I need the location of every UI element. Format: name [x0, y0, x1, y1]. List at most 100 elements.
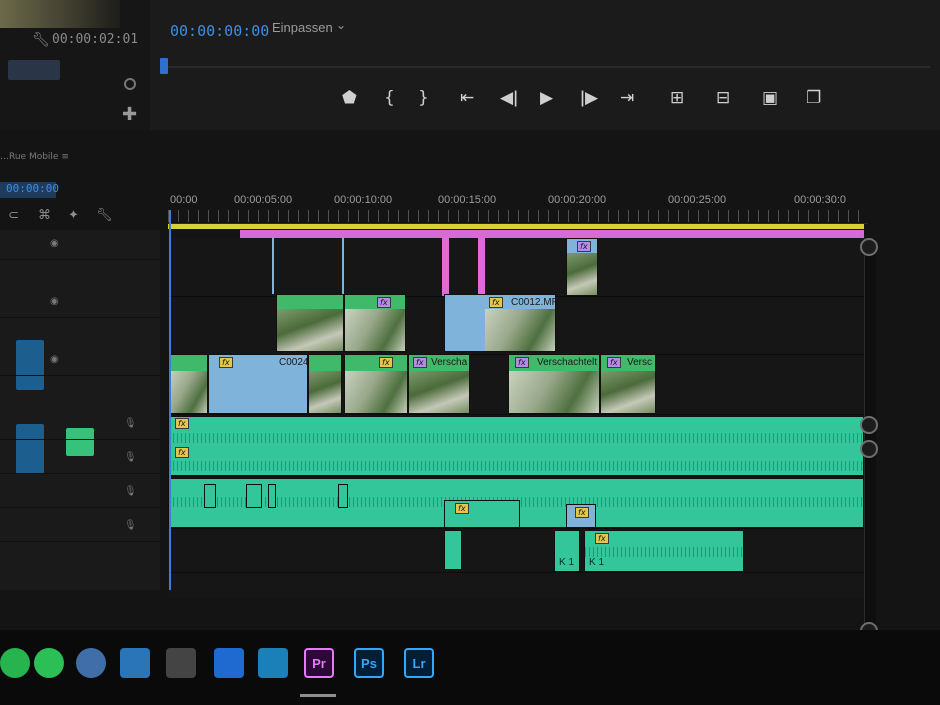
scroll-knob-icon[interactable]	[860, 440, 878, 458]
video-clip-c0024[interactable]: fx C0024	[208, 354, 308, 414]
track-header-a1[interactable]: 🎙︎	[0, 410, 160, 440]
edit-point[interactable]	[272, 238, 274, 294]
in-out-range-bar[interactable]	[240, 230, 864, 238]
timeline-timecode[interactable]: 00:00:00	[0, 182, 59, 198]
app-icon[interactable]	[258, 648, 288, 678]
camera-icon[interactable]: ▣	[762, 88, 778, 108]
audio-clip[interactable]	[204, 484, 216, 508]
timeline-tracks[interactable]: fx fx fx C0012.MP fx C0024 fx fx Verscha…	[168, 238, 864, 598]
audio-clip[interactable]: fx	[444, 500, 520, 528]
audio-clip[interactable]	[268, 484, 276, 508]
program-scrubber[interactable]	[160, 66, 930, 68]
spotify-icon[interactable]	[0, 648, 30, 678]
source-timecode[interactable]: 00:00:02:01	[52, 32, 138, 47]
program-playhead[interactable]	[160, 58, 168, 74]
mic-icon[interactable]: 🎙︎	[124, 486, 137, 497]
clip-name: Versc	[627, 357, 653, 368]
audio-clip-k1[interactable]: K 1	[554, 530, 580, 572]
video-clip[interactable]	[276, 294, 344, 352]
program-timecode[interactable]: 00:00:00:00	[170, 22, 269, 40]
video-clip[interactable]: fx	[566, 238, 598, 296]
time-ruler[interactable]: 00:00 00:00:05:00 00:00:10:00 00:00:15:0…	[168, 190, 868, 224]
clip-name: Verschachtelt	[537, 357, 598, 368]
track-header-v1[interactable]: ◉	[0, 346, 160, 376]
track-header-v3[interactable]: ◉	[0, 230, 160, 260]
mark-in-icon[interactable]: {	[384, 88, 395, 108]
app-icon[interactable]	[120, 648, 150, 678]
eye-icon[interactable]: ◉	[50, 296, 59, 307]
compare-icon[interactable]: ❐	[806, 88, 821, 108]
timeline-playhead[interactable]	[169, 210, 171, 590]
add-marker-icon[interactable]: ⬟	[342, 88, 357, 108]
clip-thumbnail	[169, 371, 207, 413]
video-clip-nested[interactable]: fx Versc	[600, 354, 656, 414]
audio-clip-music[interactable]: fx fx	[168, 416, 864, 476]
clip-thumbnail	[409, 371, 469, 413]
play-icon[interactable]: ▶	[540, 88, 553, 108]
clip-name: C0012.MP	[511, 297, 556, 308]
app-icon[interactable]	[214, 648, 244, 678]
audio-clip[interactable]	[444, 530, 462, 570]
mark-out-icon[interactable]: }	[418, 88, 429, 108]
fx-badge: fx	[575, 507, 589, 518]
go-to-out-icon[interactable]: ⇥	[620, 88, 634, 108]
audio-clip[interactable]	[338, 484, 348, 508]
marker-icon[interactable]: ✦	[68, 208, 79, 223]
video-clip-c0012[interactable]: fx C0012.MP	[444, 294, 556, 352]
photoshop-icon[interactable]: Ps	[354, 648, 384, 678]
work-area-bar[interactable]	[168, 224, 864, 229]
whatsapp-icon[interactable]	[34, 648, 64, 678]
audio-clip-selected[interactable]: fx	[566, 504, 596, 528]
snap-icon[interactable]: ⊂	[8, 208, 19, 223]
settings-wrench-icon[interactable]: 🔧︎	[96, 208, 113, 223]
step-forward-icon[interactable]: ǀ▶	[580, 88, 598, 108]
step-back-icon[interactable]: ◀ǀ	[500, 88, 518, 108]
lightroom-icon[interactable]: Lr	[404, 648, 434, 678]
eye-icon[interactable]: ◉	[50, 354, 59, 365]
premiere-icon[interactable]: Pr	[304, 648, 334, 678]
clip-name: K 1	[589, 557, 605, 568]
video-clip[interactable]: fx	[344, 354, 408, 414]
ruler-label: 00:00:20:00	[548, 194, 607, 206]
clip-marker[interactable]	[478, 238, 485, 296]
edit-point[interactable]	[342, 238, 344, 294]
video-clip[interactable]	[308, 354, 342, 414]
track-header-a2[interactable]: 🎙︎	[0, 444, 160, 474]
app-icon[interactable]	[166, 648, 196, 678]
insert-icon[interactable]: ⊞	[670, 88, 684, 108]
source-scroll-knob[interactable]	[124, 78, 136, 90]
mic-icon[interactable]: 🎙︎	[124, 452, 137, 463]
add-icon[interactable]: ✚	[122, 104, 137, 125]
scroll-knob-icon[interactable]	[860, 416, 878, 434]
sequence-tab[interactable]: …Rue Mobile ≡	[0, 152, 69, 162]
fx-badge: fx	[455, 503, 469, 514]
audio-clip[interactable]	[246, 484, 262, 508]
linked-selection-icon[interactable]: ⌘	[38, 208, 51, 223]
wrench-icon[interactable]: 🔧︎	[32, 32, 50, 48]
source-zoom-bar[interactable]	[8, 60, 60, 80]
clip-thumbnail	[345, 371, 407, 413]
track-header-a3[interactable]: 🎙︎	[0, 478, 160, 508]
fx-badge: fx	[219, 357, 233, 368]
track-header-a4[interactable]: 🎙︎	[0, 512, 160, 542]
browser-icon[interactable]	[76, 648, 106, 678]
video-clip-nested[interactable]: fx Verschachtelt	[508, 354, 600, 414]
audio-clip-k1[interactable]: fx K 1	[584, 530, 744, 572]
mic-icon[interactable]: 🎙︎	[124, 418, 137, 429]
video-clip-nested[interactable]: fx Verscha	[408, 354, 470, 414]
fit-dropdown[interactable]: Einpassen	[272, 20, 333, 35]
clip-marker[interactable]	[442, 238, 449, 296]
go-to-in-icon[interactable]: ⇤	[460, 88, 474, 108]
video-clip[interactable]	[168, 354, 208, 414]
video-clip[interactable]: fx	[344, 294, 406, 352]
track-divider	[168, 528, 864, 529]
ruler-label: 00:00:30:0	[794, 194, 846, 206]
eye-icon[interactable]: ◉	[50, 238, 59, 249]
mic-icon[interactable]: 🎙︎	[124, 520, 137, 531]
chevron-down-icon[interactable]: ⌄	[336, 18, 346, 32]
track-divider	[168, 572, 864, 573]
scroll-knob-icon[interactable]	[860, 238, 878, 256]
overwrite-icon[interactable]: ⊟	[716, 88, 730, 108]
track-header-v2[interactable]: ◉	[0, 288, 160, 318]
ruler-label: 00:00:05:00	[234, 194, 293, 206]
